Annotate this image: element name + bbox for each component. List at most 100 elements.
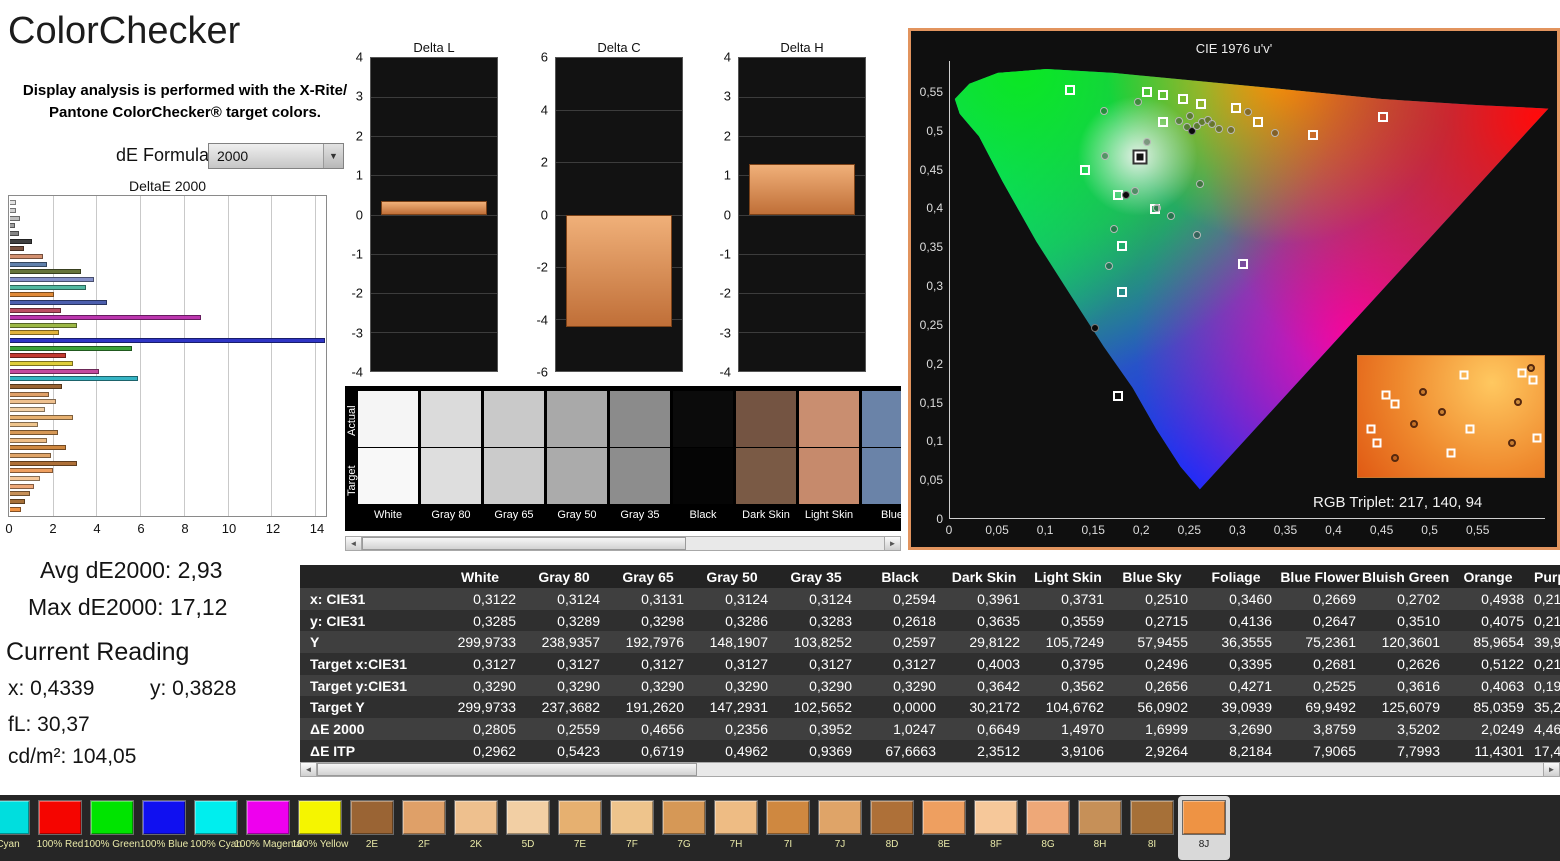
patch-label: Gray 35 — [620, 509, 660, 521]
toolbar-swatch-8i[interactable]: 8I — [1126, 796, 1178, 860]
toolbar-swatch-8e[interactable]: 8E — [918, 796, 970, 860]
toolbar-swatch-8j[interactable]: 8J — [1178, 796, 1230, 860]
table-row-label: Target x:CIE31 — [310, 655, 407, 672]
deltae-bar-row — [10, 413, 325, 421]
deltae-bar — [10, 361, 73, 367]
deltae-bars — [10, 199, 325, 513]
toolbar-swatch-100-magenta[interactable]: 100% Magenta — [234, 796, 302, 860]
deltae-bar — [10, 307, 62, 313]
deltae-bar-row — [10, 344, 325, 352]
target-swatch — [421, 448, 481, 504]
deltae-bar — [10, 284, 87, 290]
swatch-color — [1130, 800, 1174, 835]
table-cell: 0,3124 — [557, 590, 600, 607]
deltae-bar-row — [10, 367, 325, 375]
target-swatch — [862, 448, 901, 504]
table-scrollbar[interactable]: ◄ ► — [300, 762, 1560, 777]
gridline — [371, 292, 497, 294]
table-cell: 29,8122 — [969, 634, 1020, 651]
toolbar-swatch-2e[interactable]: 2E — [346, 796, 398, 860]
deltae-bar — [10, 368, 100, 374]
table-cell: 56,0902 — [1137, 699, 1188, 716]
toolbar-swatch-8d[interactable]: 8D — [866, 796, 918, 860]
table-cell: 0,2626 — [1397, 655, 1440, 672]
axis-tick-label: 3 — [355, 88, 363, 104]
cie-measurement-marker — [1244, 108, 1252, 117]
table-cell: 0,3285 — [473, 612, 516, 629]
table-header-row: White Gray 80 Gray 65 Gray 50 Gray 35 Black Da… — [300, 565, 1560, 588]
table-cell: 85,9654 — [1473, 634, 1524, 651]
axis-tick-label: 4 — [723, 49, 731, 65]
table-row-label: y: CIE31 — [310, 612, 366, 629]
cie-measurement-marker — [1167, 212, 1176, 221]
scrollbar-thumb[interactable] — [362, 537, 686, 550]
toolbar-swatch-7g[interactable]: 7G — [658, 796, 710, 860]
deltae-bar-row — [10, 398, 325, 406]
table-cell: 0,3642 — [977, 677, 1020, 694]
toolbar-swatch-7i[interactable]: 7I — [762, 796, 814, 860]
patch-label: Gray 80 — [431, 509, 471, 521]
color-patch-white: White — [358, 391, 418, 521]
toolbar-swatch-7f[interactable]: 7F — [606, 796, 658, 860]
toolbar-swatch-7h[interactable]: 7H — [710, 796, 762, 860]
toolbar-swatch-7e[interactable]: 7E — [554, 796, 606, 860]
toolbar-swatch-100-blue[interactable]: 100% Blue — [138, 796, 190, 860]
deltae-bar-row — [10, 436, 325, 444]
toolbar-swatch-100-cyan[interactable]: 100% Cyan — [190, 796, 242, 860]
toolbar-swatch-100-yellow[interactable]: 100% Yellow — [292, 796, 348, 860]
toolbar-swatch-8f[interactable]: 8F — [970, 796, 1022, 860]
toolbar-swatch-5d[interactable]: 5D — [502, 796, 554, 860]
de-formula-dropdown[interactable]: 2000 ▼ — [208, 143, 344, 169]
gridline — [556, 110, 682, 112]
inset-measurement-marker — [1391, 453, 1400, 462]
axis-tick-label: 0,05 — [985, 523, 1009, 537]
toolbar-swatch-8g[interactable]: 8G — [1022, 796, 1074, 860]
toolbar-swatch-7j[interactable]: 7J — [814, 796, 866, 860]
deltae-bar-chart — [8, 195, 327, 517]
cie-measurement-marker — [1186, 112, 1195, 121]
swatch-label: 100% Green — [83, 839, 141, 850]
deltae-bar — [10, 276, 95, 282]
inset-target-marker — [1528, 375, 1538, 385]
toolbar-swatch-100-red[interactable]: 100% Red — [34, 796, 86, 860]
table-cell: 0,2656 — [1145, 677, 1188, 694]
swatch-color — [610, 800, 654, 835]
table-cell: 191,2620 — [625, 699, 684, 716]
scroll-right-icon[interactable]: ► — [884, 537, 900, 550]
table-cell: 0,3795 — [1061, 655, 1104, 672]
deltae-bar — [10, 223, 16, 229]
axis-tick-label: 0,5 — [926, 123, 943, 138]
swatch-color — [1078, 800, 1122, 835]
actual-swatch — [421, 391, 481, 447]
swatch-strip-scrollbar[interactable]: ◄ ► — [345, 536, 901, 551]
inset-measurement-marker — [1419, 388, 1428, 397]
table-cell: 0,5122 — [1481, 655, 1524, 672]
gridline — [739, 136, 865, 138]
axis-tick-label: 0,1 — [1036, 523, 1054, 537]
scroll-right-icon[interactable]: ► — [1543, 763, 1559, 776]
patch-list: White Gray 80 Gray 65 Gray 50 Gray 35 Black Da… — [358, 391, 901, 521]
delta-l-title: Delta L — [413, 40, 455, 55]
scroll-left-icon[interactable]: ◄ — [301, 763, 317, 776]
table-cell: 0,3290 — [473, 677, 516, 694]
toolbar-swatch-cyan[interactable]: Cyan — [0, 796, 34, 860]
toolbar-swatch-2k[interactable]: 2K — [450, 796, 502, 860]
swatch-label: 8J — [1198, 839, 1210, 850]
table-cell: 0,3290 — [893, 677, 936, 694]
scrollbar-track[interactable] — [362, 537, 884, 550]
scroll-left-icon[interactable]: ◄ — [346, 537, 362, 550]
deltae-bar — [10, 299, 107, 305]
toolbar-swatch-2f[interactable]: 2F — [398, 796, 450, 860]
cie-measurement-marker — [1130, 187, 1139, 196]
table-header-cell: Black — [881, 568, 919, 585]
delta-l-bar — [381, 200, 487, 215]
scrollbar-track[interactable] — [317, 763, 1543, 776]
table-cell: 4,46 — [1534, 720, 1560, 737]
table-cell: 75,2361 — [1305, 634, 1356, 651]
table-cell: 0,2962 — [473, 742, 516, 759]
toolbar-swatch-8h[interactable]: 8H — [1074, 796, 1126, 860]
cie-target-marker — [1117, 240, 1128, 251]
toolbar-swatch-100-green[interactable]: 100% Green — [83, 796, 141, 860]
scrollbar-thumb[interactable] — [317, 763, 698, 776]
table-row: ΔE ITP 0,2962 0,5423 0,6719 0,4962 0,9369 67,6… — [300, 739, 1560, 762]
